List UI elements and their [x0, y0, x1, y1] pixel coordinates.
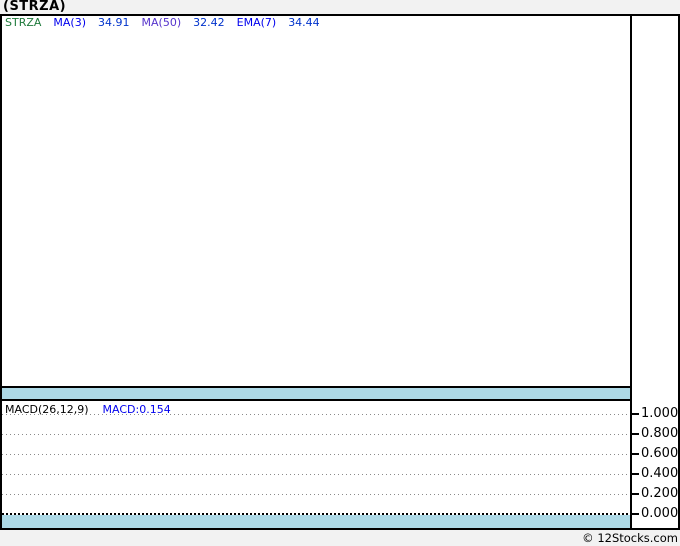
macd-axis-label: 1.000 [641, 406, 679, 421]
legend-ma3-label: MA(3) [53, 16, 87, 29]
macd-axis-label: 0.200 [641, 486, 679, 501]
gridline-1.000 [2, 414, 630, 415]
legend-ma50-label: MA(50) [141, 16, 182, 29]
macd-axis-label: 0.400 [641, 466, 679, 481]
legend-ema7-value: 34.44 [288, 16, 320, 29]
axis-tick [632, 453, 639, 455]
legend-ma3-value: 34.91 [98, 16, 130, 29]
date-axis-band-lower [2, 515, 630, 528]
page-title: (STRZA) [3, 0, 67, 14]
price-panel-legend: STRZA MA(3) 34.91 MA(50) 32.42 EMA(7) 34… [5, 17, 320, 29]
macd-axis-label: 0.800 [641, 426, 679, 441]
axis-tick [632, 413, 639, 415]
gridline-0.400 [2, 474, 630, 475]
gridline-0.800 [2, 434, 630, 435]
date-axis-band-upper [2, 386, 630, 401]
axis-tick [632, 433, 639, 435]
legend-ma50-value: 32.42 [193, 16, 225, 29]
gridline-0.600 [2, 454, 630, 455]
macd-axis-label: 0.000 [641, 506, 679, 521]
macd-axis-label: 0.600 [641, 446, 679, 461]
axis-tick [632, 493, 639, 495]
copyright-link[interactable]: © 12Stocks.com [582, 531, 678, 545]
gridline-0.200 [2, 494, 630, 495]
chart-frame [0, 14, 680, 530]
legend-ema7-label: EMA(7) [236, 16, 277, 29]
axis-tick [632, 473, 639, 475]
legend-ticker-symbol: STRZA [5, 16, 42, 29]
axis-tick [632, 513, 639, 515]
